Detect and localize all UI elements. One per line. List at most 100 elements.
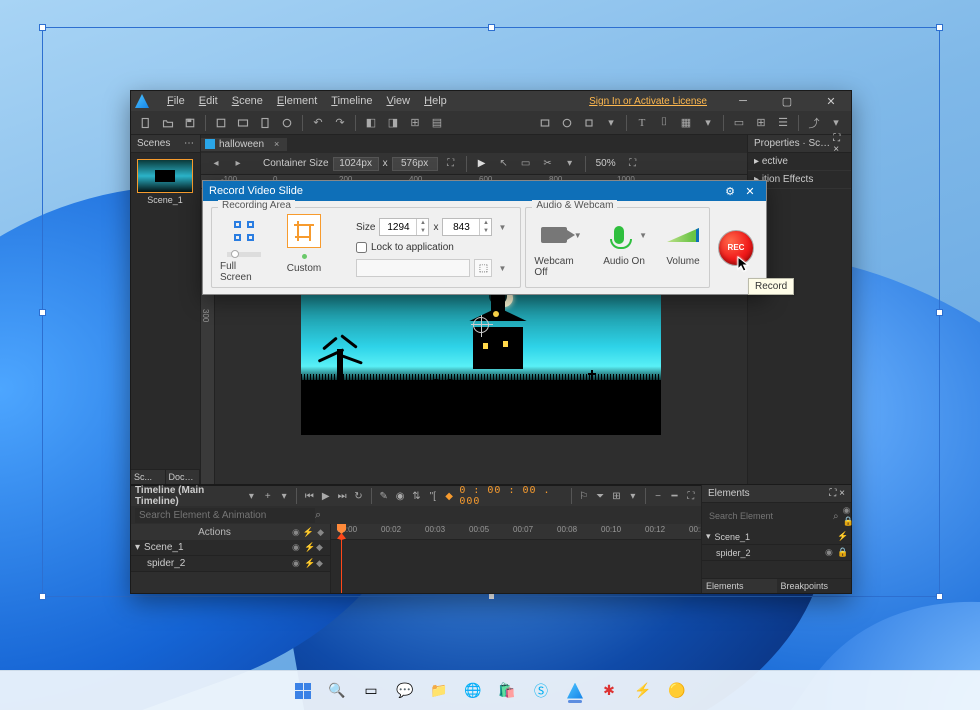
media-1-icon[interactable]: ▭ [730, 114, 748, 132]
audio-toggle[interactable]: ▼ Audio On [601, 220, 647, 267]
zoom-slider-icon[interactable]: ━ [668, 489, 680, 503]
fwd-icon[interactable]: ▸ [229, 155, 247, 173]
pick-application-button[interactable]: ⬚ [474, 259, 492, 277]
flag1-icon[interactable]: ⚐ [578, 489, 590, 503]
taskbar-skype-icon[interactable]: Ⓢ [527, 677, 555, 705]
minimize-button[interactable]: ─ [727, 92, 759, 110]
size-height-input[interactable]: ▲▼ [442, 218, 492, 236]
loop-icon[interactable]: ↻ [352, 489, 364, 503]
chevron-down-icon[interactable]: ▾ [245, 489, 257, 503]
taskbar-edge-icon[interactable]: 🌐 [459, 677, 487, 705]
save-icon[interactable] [181, 114, 199, 132]
flag2-icon[interactable]: ⏷ [594, 489, 606, 503]
redo-icon[interactable]: ↷ [331, 114, 349, 132]
chevron-down-icon[interactable]: ▼ [639, 231, 647, 240]
close-tab-icon[interactable]: × [274, 139, 279, 149]
record-point-icon[interactable]: ◉ [394, 489, 406, 503]
menu-scene[interactable]: Scene [226, 93, 269, 109]
tool-1-icon[interactable] [212, 114, 230, 132]
crop-tool-icon[interactable]: ✂ [539, 155, 557, 173]
maximize-button[interactable]: ▢ [771, 92, 803, 110]
track-row-spider[interactable]: spider_2◉⚡◆ [131, 556, 330, 572]
track-row-scene[interactable]: ▾ Scene_1◉⚡◆ [131, 540, 330, 556]
chevron-down-icon[interactable]: ▼ [498, 264, 506, 273]
tab-docu[interactable]: Docu... [166, 470, 201, 484]
text-tool-icon[interactable]: T [633, 114, 651, 132]
zoom-fit-icon[interactable]: ⛶ [624, 155, 642, 173]
tool-a-icon[interactable]: ◧ [362, 114, 380, 132]
zoom-out-icon[interactable]: − [652, 489, 664, 503]
close-icon[interactable]: ✕ [740, 185, 760, 198]
export-icon[interactable]: ⤴ [805, 114, 823, 132]
taskbar-app2-icon[interactable]: ✱ [595, 677, 623, 705]
taskbar-search-icon[interactable]: 🔍 [323, 677, 351, 705]
timeline-ruler[interactable]: 00:00 00:02 00:03 00:05 00:07 00:08 00:1… [331, 524, 701, 593]
search-icon[interactable]: ⌕ [315, 509, 321, 522]
timeline-search-input[interactable] [135, 508, 315, 523]
size-width-input[interactable]: ▲▼ [379, 218, 429, 236]
menu-help[interactable]: Help [418, 93, 453, 109]
tool-3-icon[interactable] [256, 114, 274, 132]
chevron-down-icon[interactable]: ▾ [699, 114, 717, 132]
taskbar-store-icon[interactable]: 🛍️ [493, 677, 521, 705]
container-width-input[interactable] [333, 157, 379, 171]
start-button[interactable] [289, 677, 317, 705]
element-row-spider[interactable]: spider_2◉🔒 [702, 545, 851, 561]
menu-file[interactable]: File [161, 93, 191, 109]
open-icon[interactable] [159, 114, 177, 132]
rect-tool-icon[interactable]: ▭ [517, 155, 535, 173]
grid-icon[interactable]: ⊞ [610, 489, 622, 503]
size-lock-icon[interactable]: ⛶ [442, 155, 460, 173]
tab-breakpoints[interactable]: Breakpoints [777, 579, 852, 593]
taskbar-explorer-icon[interactable]: 📁 [425, 677, 453, 705]
tool-b-icon[interactable]: ◨ [384, 114, 402, 132]
element-row-scene[interactable]: ▾ Scene_1⚡ [702, 529, 851, 545]
home-icon[interactable]: ◂ [207, 155, 225, 173]
taskbar-chrome-icon[interactable]: 🟡 [663, 677, 691, 705]
chevron-down-icon[interactable]: ▾ [561, 155, 579, 173]
media-3-icon[interactable]: ☰ [774, 114, 792, 132]
document-tab[interactable]: halloween × [201, 138, 287, 151]
chevron-down-icon[interactable]: ▾ [827, 114, 845, 132]
gear-icon[interactable]: ⚙ [720, 185, 740, 198]
dialog-titlebar[interactable]: Record Video Slide ⚙ ✕ [203, 181, 766, 201]
chevron-down-icon[interactable]: ▾ [278, 489, 290, 503]
taskbar[interactable]: 🔍 ▭ 💬 📁 🌐 🛍️ Ⓢ ✱ ⚡ 🟡 [0, 670, 980, 710]
snap-icon[interactable]: "[ [427, 489, 439, 503]
playhead[interactable] [341, 524, 342, 593]
tab-sc[interactable]: Sc... [131, 470, 166, 484]
play-icon[interactable]: ▶ [320, 489, 332, 503]
tool-c-icon[interactable]: ⊞ [406, 114, 424, 132]
search-icon[interactable]: ⌕ [833, 511, 839, 522]
taskbar-taskview-icon[interactable]: ▭ [357, 677, 385, 705]
tool-2-icon[interactable] [234, 114, 252, 132]
menu-timeline[interactable]: Timeline [325, 93, 378, 109]
title-bar[interactable]: File Edit Scene Element Timeline View He… [131, 91, 851, 111]
menu-view[interactable]: View [380, 93, 416, 109]
image-tool-icon[interactable]: ▦ [677, 114, 695, 132]
custom-option[interactable]: Custom [280, 214, 328, 283]
chevron-down-icon[interactable]: ▼ [574, 231, 582, 240]
taskbar-chat-icon[interactable]: 💬 [391, 677, 419, 705]
close-button[interactable]: ✕ [815, 92, 847, 110]
taskbar-app-icon[interactable] [561, 677, 589, 705]
application-field[interactable] [356, 259, 470, 277]
toggle-icon[interactable]: ⇅ [410, 489, 422, 503]
license-link[interactable]: Sign In or Activate License [589, 96, 707, 107]
prev-frame-icon[interactable]: ⏮ [303, 489, 315, 503]
container-height-input[interactable] [392, 157, 438, 171]
new-icon[interactable] [137, 114, 155, 132]
taskbar-app3-icon[interactable]: ⚡ [629, 677, 657, 705]
elements-search-input[interactable] [706, 510, 829, 522]
pen-icon[interactable]: ✎ [378, 489, 390, 503]
volume-control[interactable]: Volume [665, 220, 701, 267]
shape-circle-icon[interactable] [558, 114, 576, 132]
full-screen-option[interactable]: Full Screen [220, 214, 268, 283]
media-2-icon[interactable]: ⊞ [752, 114, 770, 132]
next-frame-icon[interactable]: ⏭ [336, 489, 348, 503]
tool-d-icon[interactable]: ▤ [428, 114, 446, 132]
shape-rect-icon[interactable] [536, 114, 554, 132]
lock-to-application-checkbox[interactable] [356, 242, 367, 253]
shape-square-icon[interactable] [580, 114, 598, 132]
play-icon[interactable]: ▶ [473, 155, 491, 173]
